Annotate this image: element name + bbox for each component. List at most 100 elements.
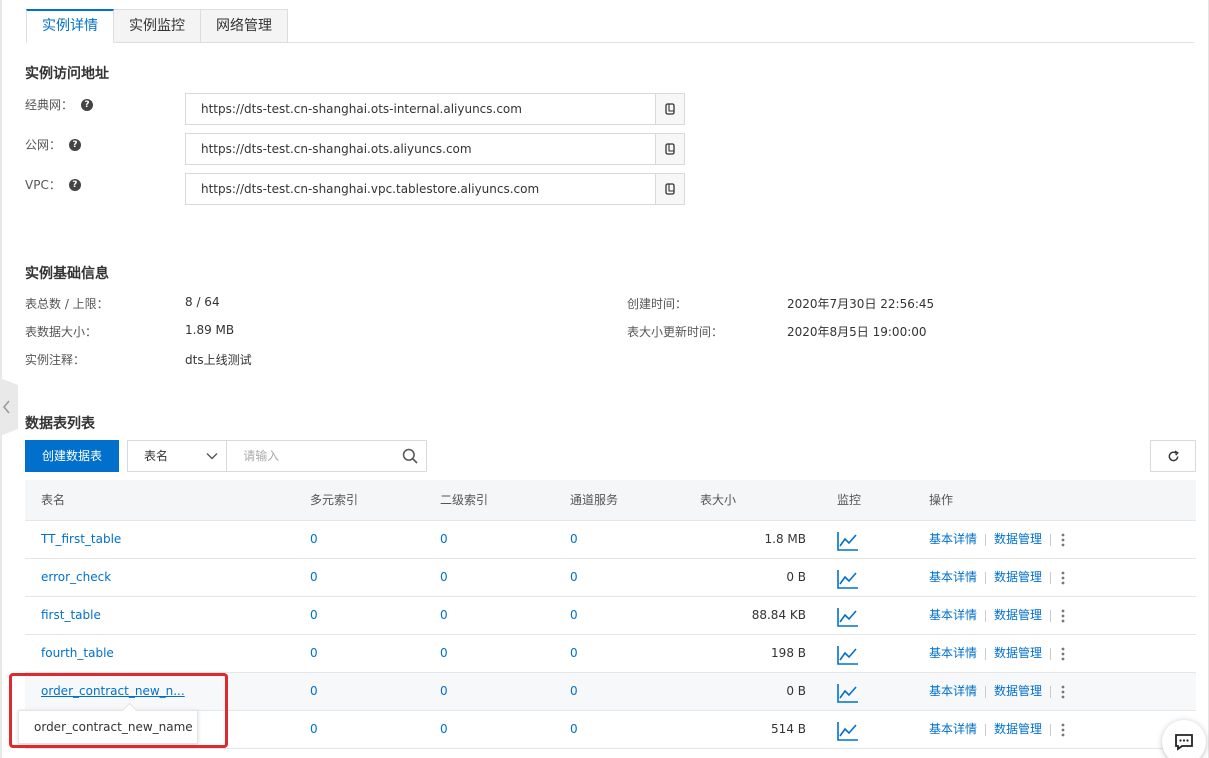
data-management-link[interactable]: 数据管理 <box>994 597 1042 634</box>
table-name-link[interactable]: error_check <box>41 559 111 596</box>
create-table-button[interactable]: 创建数据表 <box>25 440 119 472</box>
copy-button[interactable] <box>655 94 684 124</box>
sidebar-collapse-handle[interactable] <box>0 378 18 436</box>
basic-detail-link[interactable]: 基本详情 <box>929 559 977 596</box>
table-name-link[interactable]: fourth_table <box>41 635 114 672</box>
data-management-link[interactable]: 数据管理 <box>994 559 1042 596</box>
filter-select[interactable]: 表名 <box>128 441 228 471</box>
row-actions: 基本详情 数据管理 <box>929 635 1065 672</box>
action-divider <box>1050 571 1052 584</box>
vpc-label-text: VPC： <box>25 178 61 192</box>
basic-detail-link[interactable]: 基本详情 <box>929 597 977 634</box>
basic-detail-link[interactable]: 基本详情 <box>929 673 977 710</box>
copy-icon <box>665 103 675 115</box>
tunnel-count-link[interactable]: 0 <box>570 673 578 710</box>
action-divider <box>1050 723 1052 736</box>
data-size-label: 表数据大小： <box>25 325 98 339</box>
help-icon[interactable]: ? <box>69 138 82 151</box>
table-row: TT_first_table 0 0 0 1.8 MB 基本详情 数据管理 <box>25 521 1196 559</box>
monitor-button[interactable] <box>837 719 859 756</box>
multi-index-count-link[interactable]: 0 <box>310 711 318 748</box>
data-management-link[interactable]: 数据管理 <box>994 673 1042 710</box>
instance-note-value: dts上线测试 <box>185 353 252 367</box>
row-actions: 基本详情 数据管理 <box>929 673 1065 710</box>
tab-network-management[interactable]: 网络管理 <box>201 9 288 43</box>
chevron-down-icon <box>206 453 218 460</box>
action-divider <box>985 533 987 546</box>
table-body: TT_first_table 0 0 0 1.8 MB 基本详情 数据管理 error_che… <box>25 521 1196 749</box>
more-actions-button[interactable] <box>1061 723 1065 737</box>
help-icon[interactable]: ? <box>81 98 94 111</box>
column-header-size: 表大小 <box>700 493 737 507</box>
row-actions: 基本详情 数据管理 <box>929 521 1065 558</box>
column-header-monitor: 监控 <box>837 493 862 507</box>
table-row: order_contract_new_n... 0 0 0 0 B 基本详情 数据管理 <box>25 673 1196 711</box>
row-actions: 基本详情 数据管理 <box>929 559 1065 596</box>
column-header-multi-index: 多元索引 <box>310 493 359 507</box>
table-row: fourth_table 0 0 0 198 B 基本详情 数据管理 <box>25 635 1196 673</box>
multi-index-count-link[interactable]: 0 <box>310 673 318 710</box>
secondary-index-count-link[interactable]: 0 <box>440 521 448 558</box>
monitor-chart-icon <box>837 684 858 703</box>
tab-instance-monitor[interactable]: 实例监控 <box>114 9 201 43</box>
multi-index-count-link[interactable]: 0 <box>310 635 318 672</box>
data-management-link[interactable]: 数据管理 <box>994 711 1042 748</box>
secondary-index-count-link[interactable]: 0 <box>440 559 448 596</box>
more-actions-button[interactable] <box>1061 609 1065 623</box>
more-actions-button[interactable] <box>1061 533 1065 547</box>
monitor-chart-icon <box>837 570 858 589</box>
secondary-index-count-link[interactable]: 0 <box>440 597 448 634</box>
tab-instance-detail[interactable]: 实例详情 <box>26 9 114 43</box>
public-network-url[interactable]: https://dts-test.cn-shanghai.ots.aliyunc… <box>186 134 655 164</box>
instance-tabs: 实例详情 实例监控 网络管理 <box>26 9 1194 43</box>
more-vertical-icon <box>1061 571 1065 584</box>
tunnel-count-link[interactable]: 0 <box>570 521 578 558</box>
tunnel-count-link[interactable]: 0 <box>570 635 578 672</box>
refresh-button[interactable] <box>1150 440 1196 472</box>
tunnel-count-link[interactable]: 0 <box>570 597 578 634</box>
search-button[interactable] <box>393 441 426 471</box>
table-name-link[interactable]: first_table <box>41 597 101 634</box>
classic-network-url[interactable]: https://dts-test.cn-shanghai.ots-interna… <box>186 94 655 124</box>
search-input[interactable] <box>227 441 394 471</box>
table-name-link[interactable]: TT_first_table <box>41 521 121 558</box>
multi-index-count-link[interactable]: 0 <box>310 597 318 634</box>
access-section-title: 实例访问地址 <box>25 66 109 82</box>
help-icon[interactable]: ? <box>68 178 81 191</box>
data-management-link[interactable]: 数据管理 <box>994 635 1042 672</box>
more-vertical-icon <box>1061 533 1065 546</box>
data-management-link[interactable]: 数据管理 <box>994 521 1042 558</box>
table-size: 198 B <box>771 646 806 660</box>
multi-index-count-link[interactable]: 0 <box>310 559 318 596</box>
table-name-link[interactable]: order_contract_new_n... <box>41 673 185 710</box>
more-vertical-icon <box>1061 723 1065 736</box>
basic-detail-link[interactable]: 基本详情 <box>929 635 977 672</box>
more-actions-button[interactable] <box>1061 571 1065 585</box>
vpc-url-field: https://dts-test.cn-shanghai.vpc.tablest… <box>185 173 685 205</box>
public-network-url-field: https://dts-test.cn-shanghai.ots.aliyunc… <box>185 133 685 165</box>
column-header-actions: 操作 <box>929 493 954 507</box>
basic-detail-link[interactable]: 基本详情 <box>929 711 977 748</box>
secondary-index-count-link[interactable]: 0 <box>440 711 448 748</box>
copy-button[interactable] <box>655 174 684 204</box>
secondary-index-count-link[interactable]: 0 <box>440 635 448 672</box>
more-actions-button[interactable] <box>1061 685 1065 699</box>
more-actions-button[interactable] <box>1061 647 1065 661</box>
basic-detail-link[interactable]: 基本详情 <box>929 521 977 558</box>
more-vertical-icon <box>1061 685 1065 698</box>
copy-icon <box>665 143 675 155</box>
search-icon <box>402 448 418 464</box>
tunnel-count-link[interactable]: 0 <box>570 559 578 596</box>
copy-button[interactable] <box>655 134 684 164</box>
vpc-url[interactable]: https://dts-test.cn-shanghai.vpc.tablest… <box>186 174 655 204</box>
row-actions: 基本详情 数据管理 <box>929 597 1065 634</box>
chevron-left-icon <box>3 400 10 414</box>
tunnel-count-link[interactable]: 0 <box>570 711 578 748</box>
table-header: 表名 多元索引 二级索引 通道服务 表大小 监控 操作 <box>25 480 1196 521</box>
table-size: 0 B <box>786 684 806 698</box>
table-search: 表名 <box>127 440 427 472</box>
data-size-value: 1.89 MB <box>185 323 235 337</box>
multi-index-count-link[interactable]: 0 <box>310 521 318 558</box>
secondary-index-count-link[interactable]: 0 <box>440 673 448 710</box>
chat-button[interactable] <box>1162 720 1206 758</box>
